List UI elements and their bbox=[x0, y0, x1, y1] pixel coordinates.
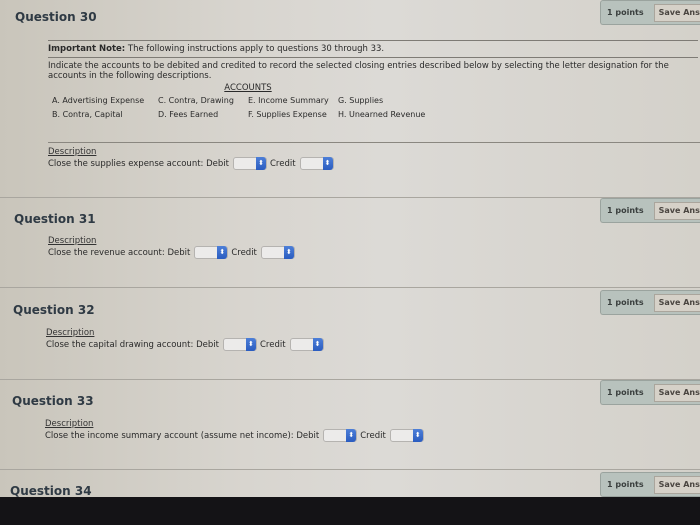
credit-select[interactable]: ⬍ bbox=[289, 338, 324, 351]
description-label: Description bbox=[48, 147, 97, 157]
prompt-text: Close the capital drawing account: bbox=[46, 339, 194, 350]
credit-label: Credit bbox=[231, 247, 257, 258]
save-answer-button[interactable]: Save Answer bbox=[653, 3, 700, 22]
note-bold: Important Note: bbox=[48, 44, 126, 54]
question-31: Question 31 1 points Save Answer Descrip… bbox=[0, 198, 700, 288]
points-box: 1 points Save Answer bbox=[600, 380, 700, 405]
prompt-text: Close the income summary account (assume… bbox=[45, 430, 294, 441]
description-line: Close the revenue account: Debit ⬍ Credi… bbox=[48, 246, 298, 259]
question-33: Question 33 1 points Save Answer Descrip… bbox=[0, 380, 700, 470]
credit-select[interactable]: ⬍ bbox=[299, 157, 334, 170]
question-title: Question 31 bbox=[14, 212, 96, 226]
account-item: G. Supplies bbox=[338, 96, 384, 105]
points-label: 1 points bbox=[607, 388, 644, 397]
question-title: Question 33 bbox=[12, 394, 94, 408]
account-item: C. Contra, Drawing bbox=[158, 96, 234, 105]
description-block: Description Close the income summary acc… bbox=[45, 419, 427, 442]
description-block: Description Close the capital drawing ac… bbox=[46, 328, 327, 351]
save-answer-button[interactable]: Save Answer bbox=[653, 201, 700, 220]
points-label: 1 points bbox=[607, 480, 644, 489]
points-box: 1 points Save Answer bbox=[600, 290, 700, 315]
select-arrow-icon: ⬍ bbox=[346, 429, 357, 442]
description-line: Close the capital drawing account: Debit… bbox=[46, 338, 327, 351]
account-item: A. Advertising Expense bbox=[52, 96, 145, 105]
description-label: Description bbox=[46, 328, 95, 338]
note-text: The following instructions apply to ques… bbox=[125, 44, 385, 54]
debit-label: Debit bbox=[296, 430, 320, 441]
credit-select[interactable]: ⬍ bbox=[260, 246, 295, 259]
account-item: D. Fees Earned bbox=[158, 110, 219, 119]
credit-label: Credit bbox=[270, 158, 296, 169]
credit-label: Credit bbox=[360, 430, 386, 441]
description-block: Description Close the revenue account: D… bbox=[48, 236, 298, 259]
select-arrow-icon: ⬍ bbox=[256, 157, 266, 170]
description-line: Close the supplies expense account: Debi… bbox=[48, 157, 337, 170]
points-label: 1 points bbox=[607, 298, 644, 307]
description-label: Description bbox=[45, 419, 94, 429]
question-34: Question 34 1 points Save Answer bbox=[0, 470, 700, 498]
question-title: Question 34 bbox=[10, 484, 92, 498]
description-line: Close the income summary account (assume… bbox=[45, 429, 427, 442]
select-arrow-icon: ⬍ bbox=[283, 246, 294, 259]
divider bbox=[48, 142, 700, 143]
accounts-list: A. Advertising Expense C. Contra, Drawin… bbox=[52, 96, 698, 119]
select-arrow-icon: ⬍ bbox=[412, 429, 423, 442]
accounts-title: ACCOUNTS bbox=[224, 83, 272, 93]
description-label: Description bbox=[48, 236, 97, 246]
select-arrow-icon: ⬍ bbox=[322, 157, 333, 170]
debit-label: Debit bbox=[196, 339, 219, 350]
instructions: Indicate the accounts to be debited and … bbox=[48, 61, 669, 81]
debit-select[interactable]: ⬍ bbox=[194, 246, 229, 259]
debit-label: Debit bbox=[167, 247, 191, 258]
debit-select[interactable]: ⬍ bbox=[222, 338, 257, 351]
debit-select[interactable]: ⬍ bbox=[323, 429, 358, 442]
points-box: 1 points Save Answer bbox=[600, 472, 700, 497]
select-arrow-icon: ⬍ bbox=[312, 338, 323, 351]
save-answer-button[interactable]: Save Answer bbox=[653, 293, 700, 312]
question-30: Question 30 1 points Save Answer Importa… bbox=[0, 0, 700, 198]
account-item: H. Unearned Revenue bbox=[338, 110, 426, 119]
select-arrow-icon: ⬍ bbox=[245, 338, 256, 351]
points-box: 1 points Save Answer bbox=[600, 0, 700, 25]
points-label: 1 points bbox=[607, 206, 644, 215]
credit-select[interactable]: ⬍ bbox=[389, 429, 424, 442]
save-answer-button[interactable]: Save Answer bbox=[653, 475, 700, 494]
question-title: Question 30 bbox=[15, 10, 97, 24]
account-item: E. Income Summary bbox=[248, 96, 329, 105]
debit-select[interactable]: ⬍ bbox=[233, 157, 267, 170]
account-item: B. Contra, Capital bbox=[52, 110, 123, 119]
save-answer-button[interactable]: Save Answer bbox=[653, 383, 700, 402]
note-block: Important Note: The following instructio… bbox=[48, 40, 698, 119]
important-note: Important Note: The following instructio… bbox=[48, 41, 698, 57]
points-label: 1 points bbox=[607, 8, 644, 17]
points-box: 1 points Save Answer bbox=[600, 198, 700, 223]
question-title: Question 32 bbox=[13, 303, 95, 317]
account-item: F. Supplies Expense bbox=[248, 110, 327, 119]
debit-label: Debit bbox=[206, 158, 229, 169]
credit-label: Credit bbox=[259, 339, 286, 350]
quiz-page: Question 30 1 points Save Answer Importa… bbox=[0, 0, 700, 498]
prompt-text: Close the revenue account: bbox=[48, 247, 165, 258]
select-arrow-icon: ⬍ bbox=[217, 246, 228, 259]
description-block: Description Close the supplies expense a… bbox=[48, 147, 337, 170]
question-32: Question 32 1 points Save Answer Descrip… bbox=[0, 288, 700, 380]
screen-bezel bbox=[0, 497, 700, 525]
prompt-text: Close the supplies expense account: bbox=[48, 158, 204, 169]
